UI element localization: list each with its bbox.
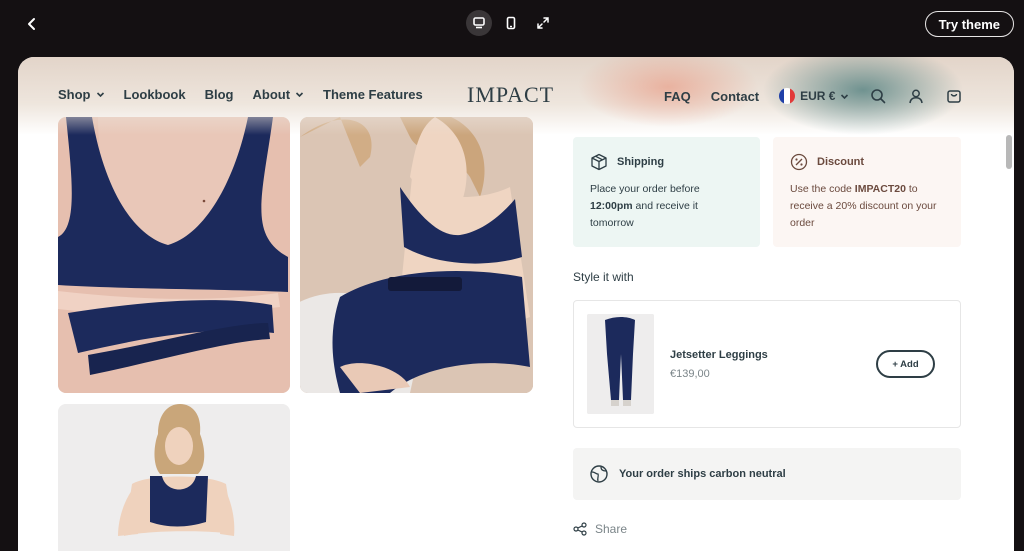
france-flag-icon [779,88,796,104]
nav-faq[interactable]: FAQ [664,89,691,104]
product-photo [58,404,290,551]
nav-blog[interactable]: Blog [205,87,234,102]
shipping-info-box: Shipping Place your order before 12:00pm… [573,137,760,247]
share-label: Share [595,522,628,536]
nav-about[interactable]: About [253,87,305,102]
store-preview: Shop Lookbook Blog About Theme Features … [18,57,1014,551]
product-photo [587,314,654,414]
globe-leaf-icon [590,465,608,483]
nav-label: About [252,87,291,102]
nav-label: Theme Features [323,87,423,102]
recommended-product-card: Jetsetter Leggings €139,00 + Add [573,300,961,428]
mobile-view-button[interactable] [498,10,524,36]
scrollbar-thumb[interactable] [1006,135,1012,169]
expand-icon [537,17,549,29]
nav-contact[interactable]: Contact [711,89,759,104]
shipping-cutoff-time: 12:00pm [590,200,633,212]
share-button[interactable]: Share [573,522,627,536]
discount-title: Discount [790,153,944,171]
currency-label: EUR € [800,89,836,103]
share-icon [573,522,587,536]
desktop-view-button[interactable] [466,10,492,36]
cart-button[interactable] [945,87,963,105]
editor-topbar: Try theme [0,0,1024,50]
back-button[interactable] [20,12,44,36]
mobile-icon [506,16,516,30]
try-theme-button[interactable]: Try theme [924,11,1014,37]
style-it-with-heading: Style it with [573,270,634,284]
discount-title-text: Discount [817,156,865,168]
store-logo[interactable]: IMPACT [467,82,554,108]
percent-badge-icon [790,153,808,171]
chevron-left-icon [28,18,35,30]
chevron-down-icon [841,93,849,99]
chevron-down-icon [96,92,104,98]
recommended-product-name[interactable]: Jetsetter Leggings [670,349,768,361]
desktop-icon [473,17,485,29]
nav-label: Lookbook [123,87,186,102]
product-image-front-view[interactable] [58,404,290,551]
cart-icon [947,90,962,103]
account-button[interactable] [907,87,925,105]
nav-theme-features[interactable]: Theme Features [323,87,423,102]
carbon-neutral-banner: Your order ships carbon neutral [573,448,961,500]
add-to-cart-button[interactable]: + Add [876,350,935,378]
search-icon [871,89,886,104]
currency-selector[interactable]: EUR € [779,88,849,104]
shipping-title: Shipping [590,153,743,171]
product-photo [300,117,533,393]
discount-text-part: Use the code [790,183,855,195]
discount-info-box: Discount Use the code IMPACT20 to receiv… [773,137,961,247]
box-icon [591,153,607,171]
store-header: Shop Lookbook Blog About Theme Features … [18,57,1014,135]
view-toggles [466,10,556,36]
account-icon [909,89,924,104]
shipping-text: Place your order before 12:00pm and rece… [590,181,743,232]
nav-label: Shop [58,87,91,102]
shipping-text-part: Place your order before [590,183,700,195]
recommended-product-price: €139,00 [670,368,710,380]
discount-code: IMPACT20 [854,183,906,195]
product-image-back-view[interactable] [58,117,290,393]
search-button[interactable] [869,87,887,105]
fullscreen-button[interactable] [530,10,556,36]
recommended-product-image[interactable] [587,314,654,414]
secondary-nav: FAQ Contact EUR € [664,87,963,105]
product-image-seated-model[interactable] [300,117,533,393]
nav-shop[interactable]: Shop [58,87,105,102]
main-nav: Shop Lookbook Blog About Theme Features [58,87,423,102]
chevron-down-icon [295,92,304,98]
carbon-neutral-text: Your order ships carbon neutral [619,468,786,480]
nav-label: Blog [204,87,234,102]
discount-text: Use the code IMPACT20 to receive a 20% d… [790,181,944,232]
product-photo [58,117,290,393]
shipping-title-text: Shipping [617,156,665,168]
nav-lookbook[interactable]: Lookbook [124,87,186,102]
